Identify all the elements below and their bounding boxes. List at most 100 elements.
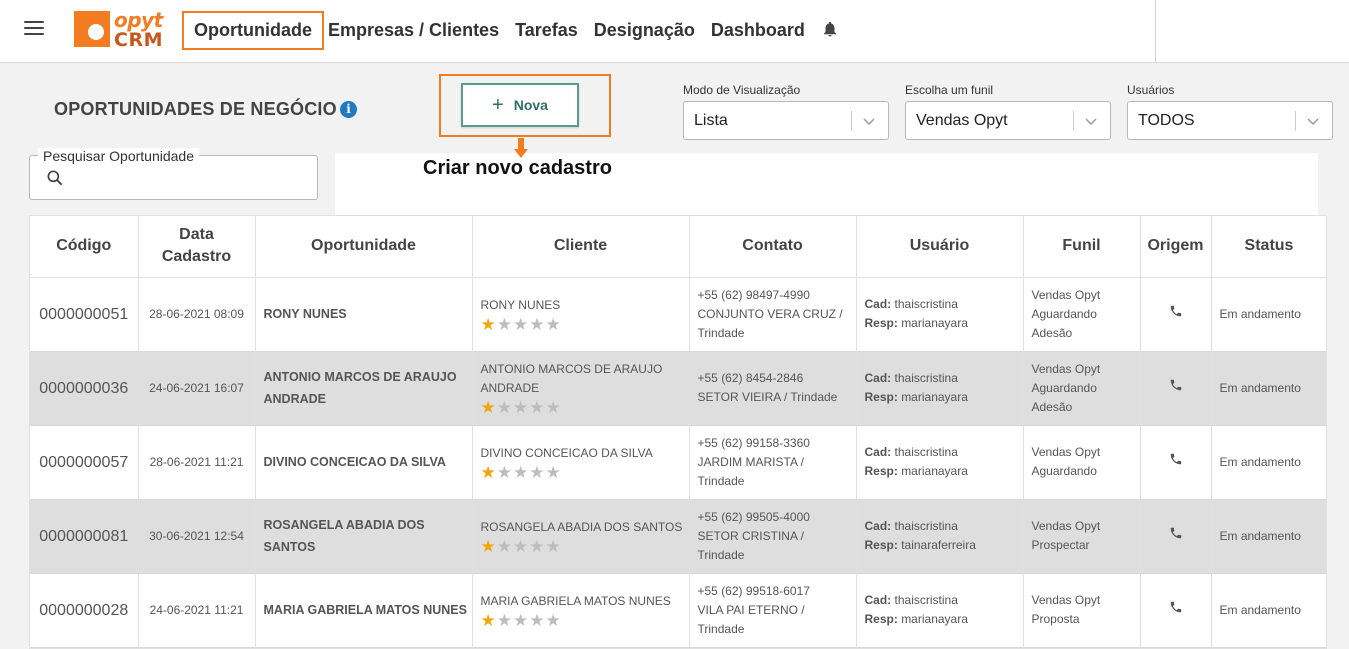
- star-icon[interactable]: ★: [529, 316, 544, 333]
- logo[interactable]: opyt CRM: [74, 8, 166, 51]
- rating-stars[interactable]: ★ ★ ★ ★ ★: [481, 399, 689, 416]
- cell-code: 0000000051: [30, 277, 139, 352]
- new-opportunity-button[interactable]: + Nova: [461, 83, 579, 127]
- cell-code: 0000000036: [30, 351, 139, 426]
- client-name: RONY NUNES: [480, 297, 561, 312]
- star-icon[interactable]: ★: [546, 612, 561, 629]
- table-row[interactable]: 0000000028 24-06-2021 11:21 MARIA GABRIE…: [30, 573, 1326, 648]
- star-icon[interactable]: ★: [546, 316, 561, 333]
- col-usuario[interactable]: Usuário: [856, 216, 1024, 278]
- col-origem[interactable]: Origem: [1140, 216, 1212, 278]
- funnel-value: Vendas Opyt: [916, 111, 1008, 129]
- rating-stars[interactable]: ★ ★ ★ ★ ★: [481, 538, 689, 555]
- star-icon[interactable]: ★: [513, 538, 528, 555]
- col-funil[interactable]: Funil: [1023, 216, 1141, 278]
- cell-client: RONY NUNES ★ ★ ★ ★ ★: [472, 277, 690, 352]
- star-icon[interactable]: ★: [481, 538, 496, 555]
- star-icon[interactable]: ★: [546, 399, 561, 416]
- cell-date: 24-06-2021 16:07: [138, 351, 256, 426]
- star-icon[interactable]: ★: [497, 612, 512, 629]
- chevron-down-icon: [1085, 118, 1097, 126]
- cell-funnel: Vendas Opyt Aguardando: [1023, 425, 1141, 500]
- star-icon[interactable]: ★: [481, 464, 496, 481]
- star-icon[interactable]: ★: [513, 399, 528, 416]
- col-contato[interactable]: Contato: [689, 216, 857, 278]
- star-icon[interactable]: ★: [513, 316, 528, 333]
- cell-client: ROSANGELA ABADIA DOS SANTOS ★ ★ ★ ★ ★: [472, 499, 690, 574]
- topbar-divider: [1155, 0, 1156, 63]
- table-row[interactable]: 0000000057 28-06-2021 11:21 DIVINO CONCE…: [30, 425, 1326, 500]
- star-icon[interactable]: ★: [481, 399, 496, 416]
- client-name: ROSANGELA ABADIA DOS SANTOS: [480, 519, 683, 534]
- cell-funnel: Vendas Opyt Prospectar: [1023, 499, 1141, 574]
- col-oportunidade[interactable]: Oportunidade: [255, 216, 473, 278]
- cell-origin: [1140, 425, 1212, 500]
- view-mode-select[interactable]: Lista: [683, 101, 889, 140]
- col-cliente[interactable]: Cliente: [472, 216, 690, 278]
- cell-date: 24-06-2021 11:21: [138, 573, 256, 648]
- cell-opportunity: DIVINO CONCEICAO DA SILVA: [255, 425, 473, 500]
- star-icon[interactable]: ★: [497, 538, 512, 555]
- nav-designacao[interactable]: Designação: [594, 20, 695, 41]
- table-row[interactable]: 0000000081 30-06-2021 12:54 ROSANGELA AB…: [30, 499, 1326, 574]
- star-icon[interactable]: ★: [529, 399, 544, 416]
- bell-icon[interactable]: [821, 19, 839, 39]
- cell-funnel: Vendas Opyt Proposta: [1023, 573, 1141, 648]
- star-icon[interactable]: ★: [481, 612, 496, 629]
- funnel-select[interactable]: Vendas Opyt: [905, 101, 1111, 140]
- nav-dashboard[interactable]: Dashboard: [711, 20, 805, 41]
- nav-tarefas[interactable]: Tarefas: [515, 20, 578, 41]
- main-nav: Oportunidade Empresas / Clientes Tarefas…: [182, 10, 821, 50]
- cell-status: Em andamento: [1211, 573, 1326, 648]
- user-cad: Cad: thaiscristina: [864, 297, 958, 311]
- contact-phone: +55 (62) 99158-3360: [697, 435, 810, 450]
- star-icon[interactable]: ★: [546, 464, 561, 481]
- cell-user: Cad: thaiscristina Resp: marianayara: [856, 277, 1024, 352]
- cell-user: Cad: thaiscristina Resp: tainaraferreira: [856, 499, 1024, 574]
- rating-stars[interactable]: ★ ★ ★ ★ ★: [481, 464, 689, 481]
- info-icon[interactable]: i: [340, 101, 357, 118]
- star-icon[interactable]: ★: [513, 612, 528, 629]
- logo-text-bottom: CRM: [114, 29, 163, 51]
- funnel-filter: Escolha um funil Vendas Opyt: [905, 83, 1111, 140]
- cell-origin: [1140, 277, 1212, 352]
- cell-funnel: Vendas Opyt Aguardando Adesão: [1023, 277, 1141, 352]
- plus-icon: +: [492, 94, 504, 116]
- menu-icon[interactable]: [24, 21, 44, 37]
- star-icon[interactable]: ★: [546, 538, 561, 555]
- cell-status: Em andamento: [1211, 277, 1326, 352]
- table-row[interactable]: 0000000051 28-06-2021 08:09 RONY NUNES R…: [30, 277, 1326, 352]
- new-button-label: Nova: [513, 97, 548, 113]
- col-codigo[interactable]: Código: [30, 216, 139, 278]
- client-name: ANTONIO MARCOS DE ARAUJO ANDRADE: [480, 362, 663, 395]
- opportunities-table: Código Data Cadastro Oportunidade Cliente…: [29, 215, 1327, 649]
- users-label: Usuários: [1127, 83, 1175, 97]
- rating-stars[interactable]: ★ ★ ★ ★ ★: [481, 612, 689, 629]
- user-cad: Cad: thaiscristina: [864, 593, 958, 607]
- table-row[interactable]: 0000000036 24-06-2021 16:07 ANTONIO MARC…: [30, 351, 1326, 426]
- cell-origin: [1140, 573, 1212, 648]
- star-icon[interactable]: ★: [497, 316, 512, 333]
- nav-oportunidade[interactable]: Oportunidade: [182, 10, 324, 50]
- cell-date: 28-06-2021 08:09: [138, 277, 256, 352]
- users-select[interactable]: TODOS: [1127, 101, 1333, 140]
- nav-empresas-clientes[interactable]: Empresas / Clientes: [328, 20, 499, 41]
- cell-client: ANTONIO MARCOS DE ARAUJO ANDRADE ★ ★ ★ ★ ★: [472, 351, 690, 426]
- user-resp: Resp: marianayara: [864, 464, 968, 478]
- contact-address: SETOR CRISTINA / Trindade: [697, 528, 804, 562]
- star-icon[interactable]: ★: [497, 464, 512, 481]
- star-icon[interactable]: ★: [481, 316, 496, 333]
- star-icon[interactable]: ★: [497, 399, 512, 416]
- star-icon[interactable]: ★: [529, 464, 544, 481]
- contact-phone: +55 (62) 99518-6017: [697, 583, 810, 598]
- col-data-cadastro[interactable]: Data Cadastro: [138, 216, 256, 278]
- top-bar: opyt CRM Oportunidade Empresas / Cliente…: [0, 0, 1349, 63]
- users-filter: Usuários TODOS: [1127, 83, 1333, 140]
- star-icon[interactable]: ★: [529, 612, 544, 629]
- rating-stars[interactable]: ★ ★ ★ ★ ★: [481, 316, 689, 333]
- col-status[interactable]: Status: [1211, 216, 1326, 278]
- star-icon[interactable]: ★: [529, 538, 544, 555]
- star-icon[interactable]: ★: [513, 464, 528, 481]
- cell-contact: +55 (62) 98497-4990 CONJUNTO VERA CRUZ /…: [689, 277, 857, 352]
- cell-origin: [1140, 351, 1212, 426]
